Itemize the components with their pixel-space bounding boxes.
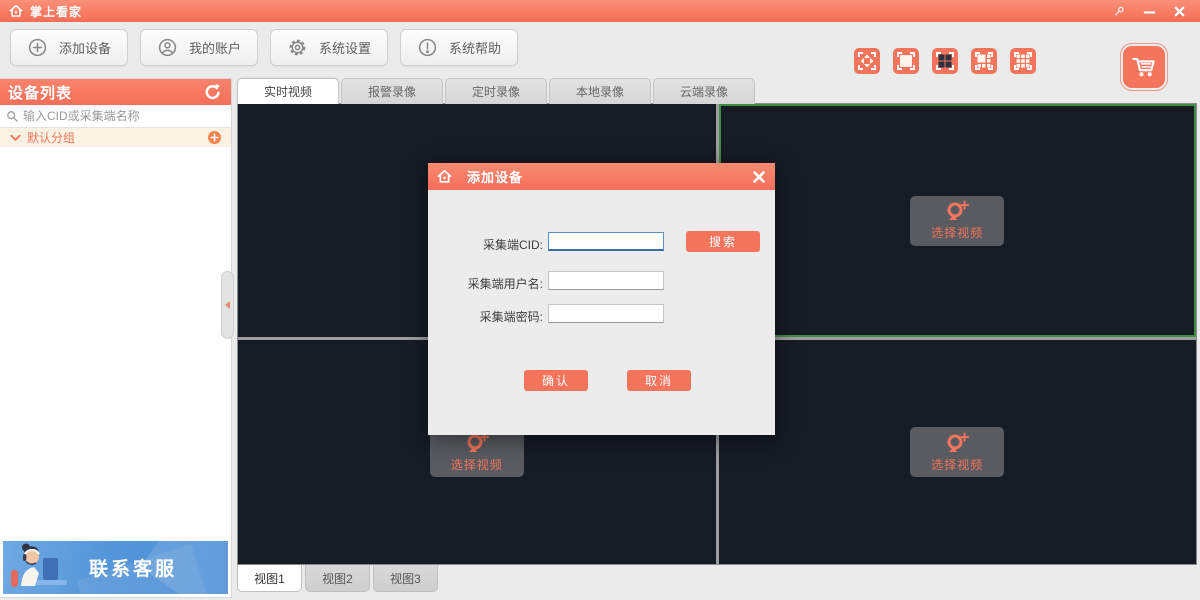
- device-search-row: [0, 105, 231, 128]
- my-account-button[interactable]: 我的账户: [140, 29, 258, 66]
- device-list-title: 设备列表: [8, 82, 72, 103]
- gear-icon: [287, 37, 308, 58]
- account-icon: [157, 37, 178, 58]
- password-field-label: 采集端密码:: [428, 308, 543, 325]
- view-tabs: 视图1 视图2 视图3: [237, 565, 438, 592]
- view-tab-2[interactable]: 视图2: [305, 565, 370, 592]
- group-label: 默认分组: [27, 129, 75, 146]
- select-video-label: 选择视频: [451, 456, 503, 473]
- help-icon: [417, 37, 438, 58]
- my-account-label: 我的账户: [189, 38, 241, 57]
- search-device-label: 搜索: [709, 233, 737, 250]
- view-tab-3[interactable]: 视图3: [373, 565, 438, 592]
- video-cell-top-right[interactable]: 选择视频: [719, 104, 1197, 337]
- six-view-icon[interactable]: [971, 48, 997, 74]
- tab-label: 定时录像: [472, 83, 520, 100]
- refresh-icon[interactable]: [203, 82, 223, 102]
- video-cell-bottom-right[interactable]: 选择视频: [719, 340, 1197, 564]
- dialog-titlebar: 添加设备: [428, 163, 775, 190]
- password-input[interactable]: [548, 304, 664, 323]
- confirm-button[interactable]: 确认: [524, 370, 588, 391]
- titlebar: 掌上看家: [0, 0, 1200, 22]
- minimize-icon[interactable]: [1142, 4, 1156, 18]
- contact-support-label: 联系客服: [89, 554, 177, 581]
- select-video-label: 选择视频: [931, 224, 983, 241]
- username-input[interactable]: [548, 271, 664, 290]
- toolbar: 添加设备 我的账户 系统设置 系统帮助: [10, 29, 518, 66]
- tab-local-recording[interactable]: 本地录像: [549, 78, 651, 104]
- app-logo-house-icon: [8, 3, 24, 19]
- tab-label: 报警录像: [368, 83, 416, 100]
- system-help-label: 系统帮助: [449, 38, 501, 57]
- chevron-down-icon: [10, 134, 21, 142]
- support-agent-illustration: [3, 542, 75, 594]
- close-icon[interactable]: [1172, 4, 1186, 18]
- view-tab-1[interactable]: 视图1: [237, 565, 302, 592]
- username-field-label: 采集端用户名:: [428, 275, 543, 292]
- layout-switcher: [854, 48, 1036, 74]
- dialog-house-icon: [436, 168, 453, 185]
- add-device-label: 添加设备: [59, 38, 111, 57]
- add-device-dialog: 添加设备 采集端CID: 搜索 采集端用户名: 采集端密码: 确认 取消: [428, 163, 775, 435]
- cancel-label: 取消: [645, 372, 673, 389]
- cid-input[interactable]: [548, 232, 664, 251]
- search-icon: [6, 110, 19, 123]
- search-device-button[interactable]: 搜索: [686, 231, 760, 252]
- view-tab-label: 视图1: [254, 570, 285, 587]
- add-device-button[interactable]: 添加设备: [10, 29, 128, 66]
- cid-field-label: 采集端CID:: [428, 236, 543, 253]
- tab-cloud-recording[interactable]: 云端录像: [653, 78, 755, 104]
- shop-button[interactable]: [1120, 43, 1168, 91]
- search-input[interactable]: [23, 109, 225, 123]
- confirm-label: 确认: [542, 372, 570, 389]
- tab-label: 云端录像: [680, 83, 728, 100]
- sidebar-collapse-handle[interactable]: [221, 271, 234, 339]
- plus-circle-icon: [27, 37, 48, 58]
- select-video-button[interactable]: 选择视频: [910, 427, 1004, 477]
- webcam-add-icon: [944, 200, 970, 222]
- dialog-title: 添加设备: [467, 167, 523, 186]
- default-group-row[interactable]: 默认分组: [0, 128, 231, 147]
- contact-support-banner[interactable]: 联系客服: [3, 541, 228, 594]
- quad-view-icon[interactable]: [932, 48, 958, 74]
- fullscreen-icon[interactable]: [854, 48, 880, 74]
- single-view-icon[interactable]: [893, 48, 919, 74]
- view-tab-label: 视图2: [322, 570, 353, 587]
- select-video-label: 选择视频: [931, 456, 983, 473]
- shopping-cart-icon: [1129, 52, 1159, 82]
- dialog-close-icon[interactable]: [751, 169, 767, 185]
- system-help-button[interactable]: 系统帮助: [400, 29, 518, 66]
- pin-icon[interactable]: [1112, 4, 1126, 18]
- tab-label: 实时视频: [264, 83, 312, 100]
- app-title: 掌上看家: [30, 3, 82, 20]
- video-mode-tabs: 实时视频 报警录像 定时录像 本地录像 云端录像: [237, 78, 755, 104]
- view-tab-label: 视图3: [390, 570, 421, 587]
- add-group-icon[interactable]: [208, 131, 221, 144]
- system-settings-label: 系统设置: [319, 38, 371, 57]
- tab-alarm-recording[interactable]: 报警录像: [341, 78, 443, 104]
- collapse-arrow-icon: [225, 301, 230, 309]
- tab-scheduled-recording[interactable]: 定时录像: [445, 78, 547, 104]
- webcam-add-icon: [944, 432, 970, 454]
- system-settings-button[interactable]: 系统设置: [270, 29, 388, 66]
- tab-label: 本地录像: [576, 83, 624, 100]
- device-list-panel: 设备列表 默认分组 联系客服: [0, 78, 232, 598]
- select-video-button[interactable]: 选择视频: [910, 196, 1004, 246]
- nine-view-icon[interactable]: [1010, 48, 1036, 74]
- dialog-body: 采集端CID: 搜索 采集端用户名: 采集端密码: 确认 取消: [428, 190, 775, 435]
- device-list-header: 设备列表: [0, 79, 231, 105]
- cancel-button[interactable]: 取消: [627, 370, 691, 391]
- tab-live-video[interactable]: 实时视频: [237, 78, 339, 104]
